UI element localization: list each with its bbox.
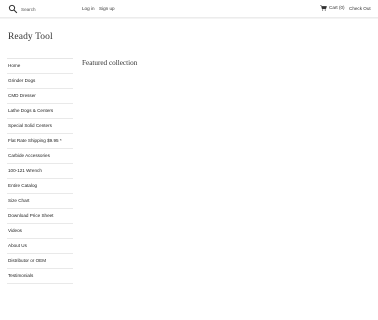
sidebar-item-lathe-dogs-centers[interactable]: Lathe Dogs & Centers [7, 104, 73, 119]
checkout-link[interactable]: Check Out [349, 6, 371, 12]
sidebar-item-videos[interactable]: Videos [7, 224, 73, 239]
sidebar-item-wrench[interactable]: 100-121 Wrench [7, 164, 73, 179]
sidebar-item-cmd-dresser[interactable]: CMD Dresser [7, 89, 73, 104]
signup-link[interactable]: Sign up [99, 6, 115, 12]
sidebar-item-about-us[interactable]: About Us [7, 239, 73, 254]
search-icon[interactable] [8, 4, 18, 14]
cart-link[interactable]: Cart (0) [320, 5, 345, 11]
sidebar-nav: Home Grinder Dogs CMD Dresser Lathe Dogs… [7, 58, 73, 284]
sidebar-item-size-chart[interactable]: Size Chart [7, 194, 73, 209]
sidebar-item-carbide-accessories[interactable]: Carbide Accessories [7, 149, 73, 164]
sidebar-item-grinder-dogs[interactable]: Grinder Dogs [7, 74, 73, 89]
sidebar-item-special-solid-centers[interactable]: Special Solid Centers [7, 119, 73, 134]
sidebar-item-home[interactable]: Home [7, 59, 73, 74]
top-bar: Log in Sign up Cart (0) Check Out [0, 0, 378, 18]
cart-label: Cart (0) [329, 5, 345, 10]
sidebar-item-testimonials[interactable]: Testimonials [7, 269, 73, 284]
cart-icon [320, 5, 327, 11]
sidebar-item-entire-catalog[interactable]: Entire Catalog [7, 179, 73, 194]
page-title: Featured collection [82, 59, 138, 67]
sidebar-item-distributor-oem[interactable]: Distributor or OEM [7, 254, 73, 269]
search-input[interactable] [21, 6, 61, 12]
site-logo[interactable]: Ready Tool [8, 32, 53, 42]
sidebar-item-download-price-sheet[interactable]: Download Price Sheet [7, 209, 73, 224]
search-form [8, 4, 61, 14]
sidebar-item-flat-rate-shipping[interactable]: Flat Rate Shipping $9.95 * [7, 134, 73, 149]
login-link[interactable]: Log in [82, 6, 95, 12]
